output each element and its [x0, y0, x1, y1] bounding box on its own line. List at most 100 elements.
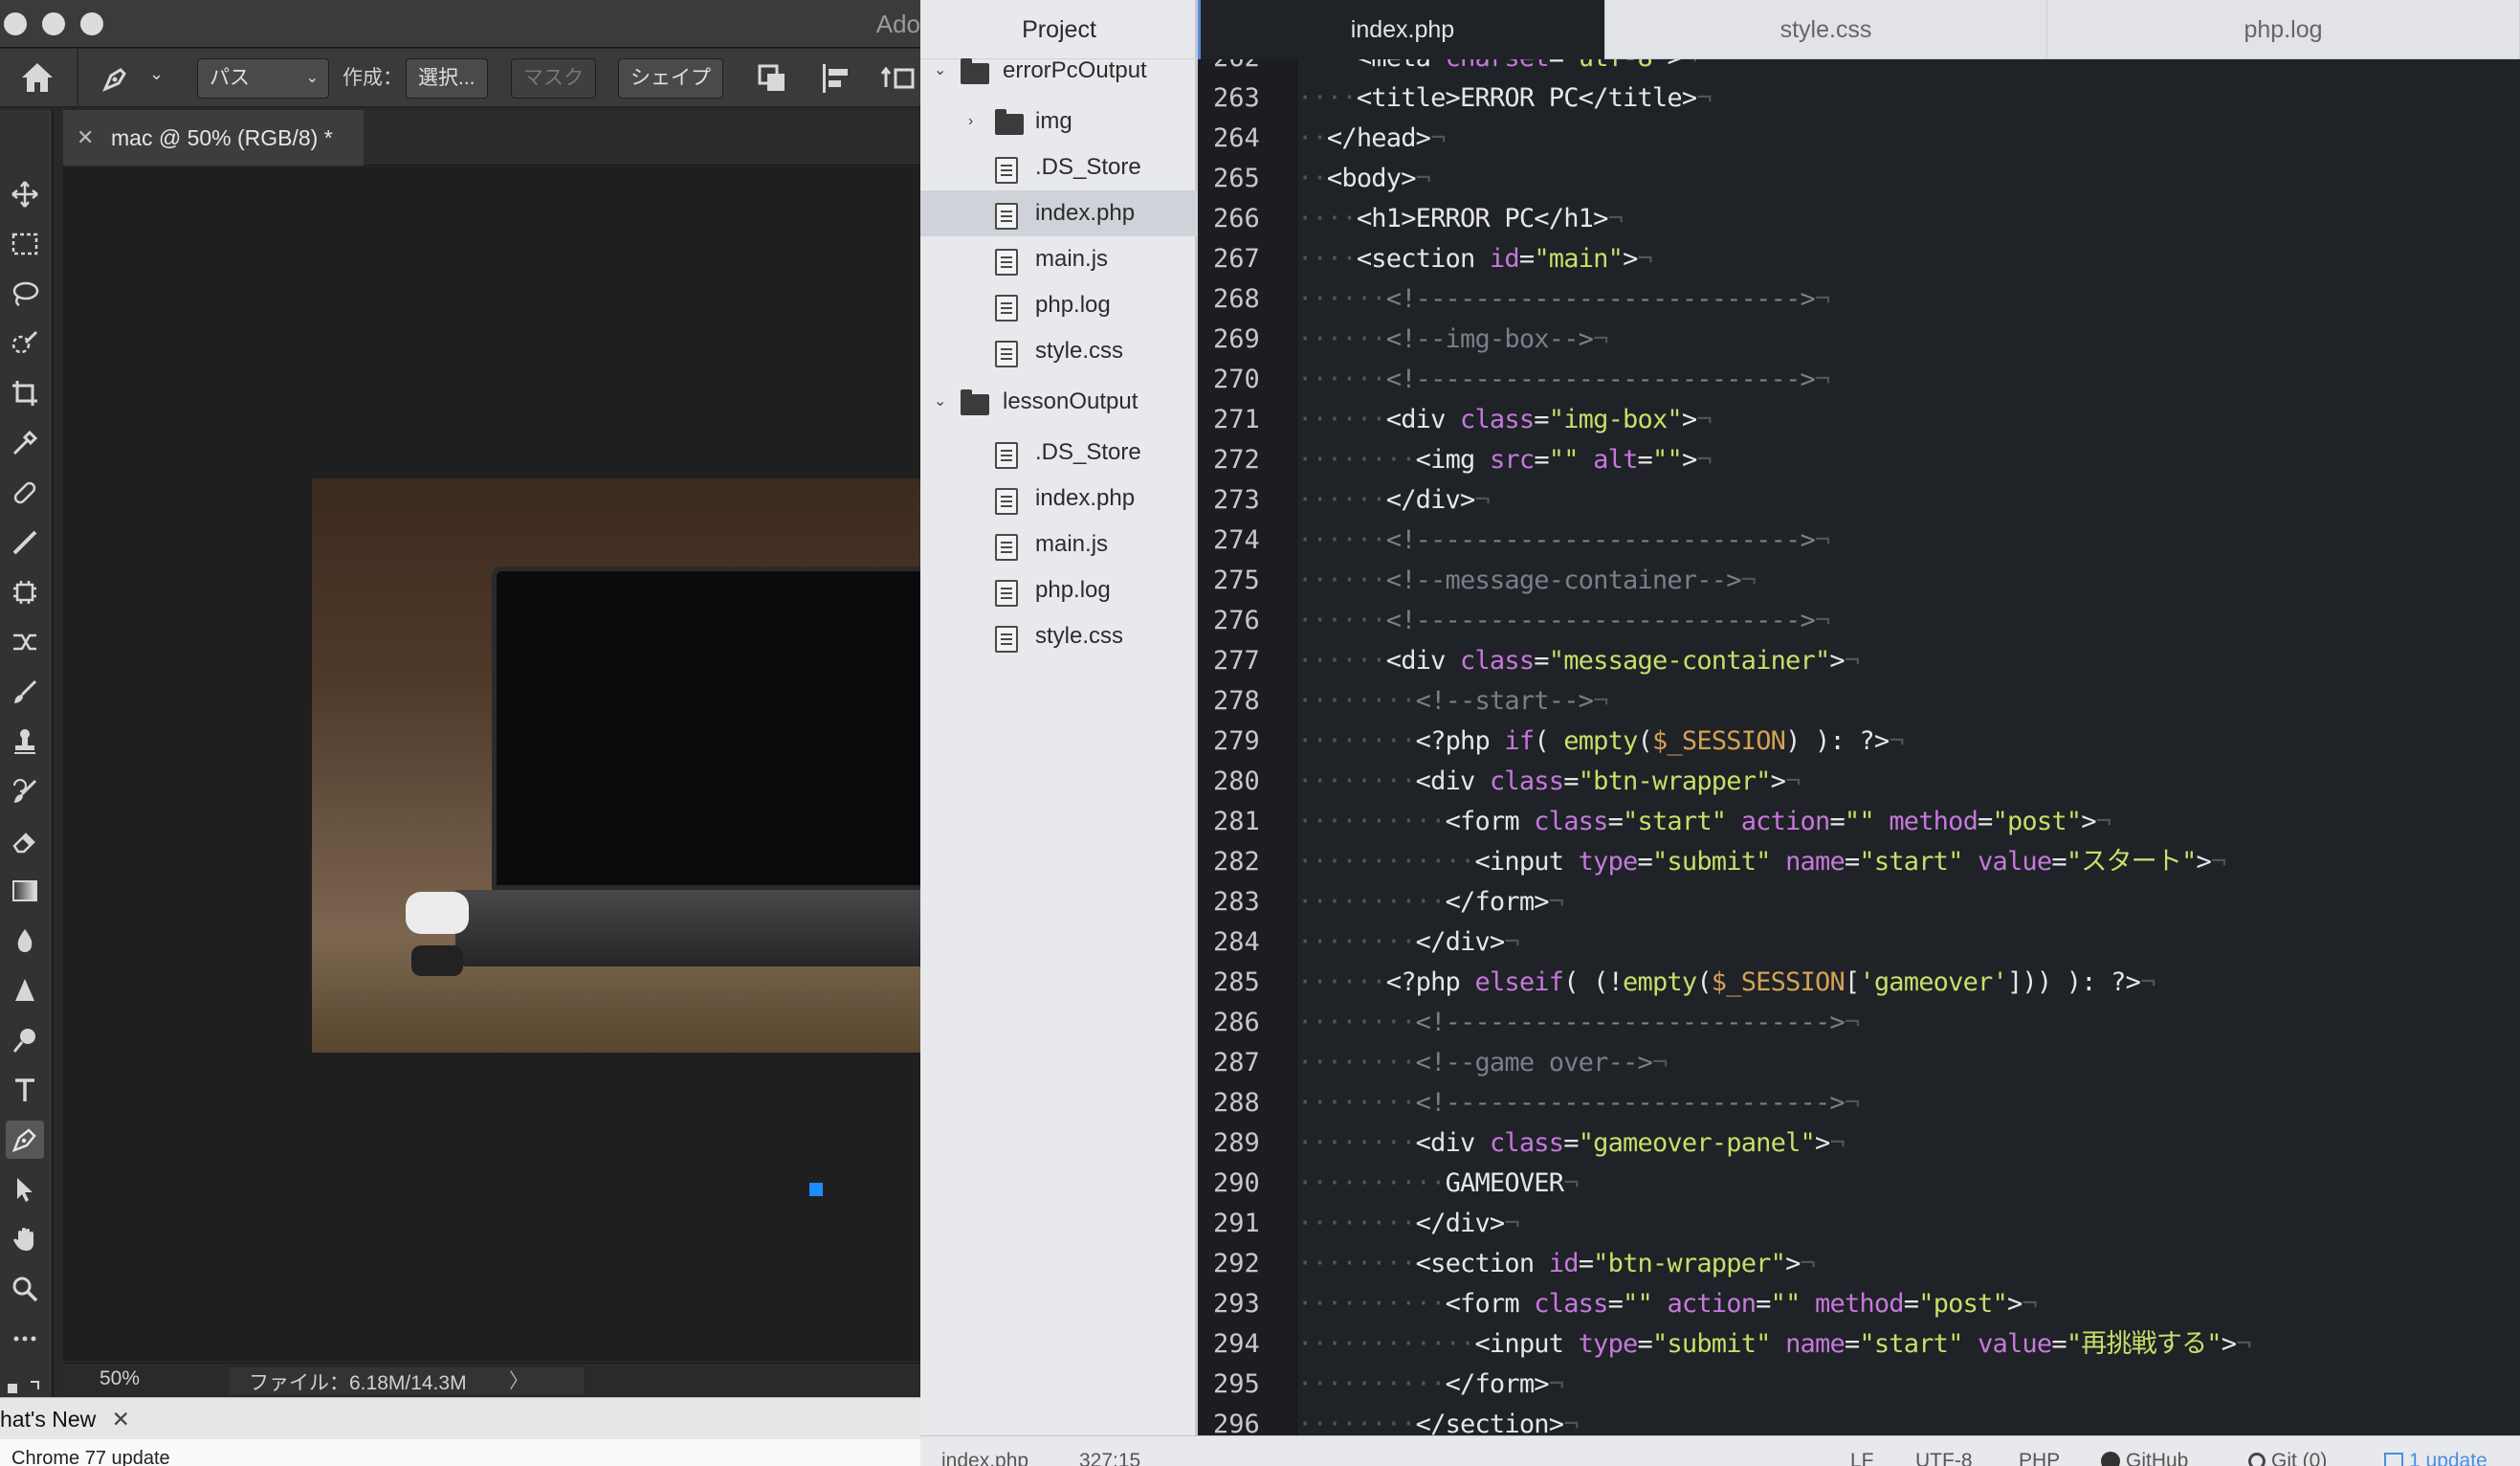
blur-tool-icon[interactable]: [6, 922, 44, 960]
status-menu-arrow[interactable]: 〉: [509, 1366, 529, 1394]
lasso-tool-icon[interactable]: [6, 275, 44, 313]
path-selection-tool-icon[interactable]: [6, 1170, 44, 1209]
status-grammar[interactable]: PHP: [2019, 1450, 2060, 1466]
zoom-level[interactable]: 50%: [99, 1367, 140, 1390]
paint-brush-tool-icon[interactable]: [6, 673, 44, 711]
close-window-button[interactable]: [4, 12, 27, 35]
zoom-window-button[interactable]: [80, 12, 103, 35]
code-line[interactable]: ······<div class="message-container">¬: [1297, 641, 2520, 681]
quick-selection-tool-icon[interactable]: [6, 324, 44, 363]
code-line[interactable]: ········</section>¬: [1297, 1405, 2520, 1435]
code-line[interactable]: ··········</form>¬: [1297, 882, 2520, 922]
tree-file[interactable]: main.js: [920, 236, 1198, 282]
chevron-down-icon[interactable]: ⌄: [934, 379, 946, 425]
code-line[interactable]: ············<input type="submit" name="s…: [1297, 842, 2520, 882]
tree-file[interactable]: php.log: [920, 282, 1198, 328]
path-operations-icon[interactable]: [756, 62, 788, 100]
document-image[interactable]: [312, 478, 920, 1053]
code-line[interactable]: ············<input type="submit" name="s…: [1297, 1324, 2520, 1365]
code-line[interactable]: ········<!--game over-->¬: [1297, 1043, 2520, 1083]
code-line[interactable]: ········<section id="btn-wrapper">¬: [1297, 1244, 2520, 1284]
hand-tool-icon[interactable]: [6, 1220, 44, 1258]
path-alignment-icon[interactable]: [819, 62, 851, 100]
chevron-down-icon[interactable]: ⌄: [934, 48, 946, 94]
status-cursor[interactable]: 327:15: [1079, 1450, 1140, 1466]
editor-tab[interactable]: php.log: [2047, 0, 2520, 59]
tree-file[interactable]: main.js: [920, 522, 1198, 567]
status-git[interactable]: Git (0): [2248, 1450, 2327, 1466]
code-line[interactable]: ······<?php elseif( (!empty($_SESSION['g…: [1297, 963, 2520, 1003]
eyedropper-tool-icon[interactable]: [6, 424, 44, 462]
stamp-tool-icon[interactable]: [6, 722, 44, 761]
code-line[interactable]: ····<section id="main">¬: [1297, 239, 2520, 279]
code-line[interactable]: ······<!--img-box-->¬: [1297, 320, 2520, 360]
history-brush-tool-icon[interactable]: [6, 772, 44, 811]
pen-tool-icon[interactable]: [99, 62, 132, 100]
code-line[interactable]: ····<meta charset="utf-8">¬: [1297, 59, 2520, 78]
status-file[interactable]: index.php: [941, 1450, 1028, 1466]
code-line[interactable]: ········<div class="btn-wrapper">¬: [1297, 762, 2520, 802]
tree-file[interactable]: php.log: [920, 567, 1198, 613]
more-tools-icon[interactable]: [6, 1320, 44, 1358]
code-line[interactable]: ······<div class="img-box">¬: [1297, 400, 2520, 440]
frame-tool-icon[interactable]: [6, 573, 44, 611]
tree-file[interactable]: style.css: [920, 328, 1198, 374]
code-line[interactable]: ··········<form class="" action="" metho…: [1297, 1284, 2520, 1324]
status-updates[interactable]: 1 update: [2384, 1450, 2487, 1466]
close-icon[interactable]: ✕: [112, 1407, 130, 1432]
zoom-tool-icon[interactable]: [6, 1270, 44, 1308]
status-line-ending[interactable]: LF: [1850, 1450, 1874, 1466]
code-line[interactable]: ····<h1>ERROR PC</h1>¬: [1297, 199, 2520, 239]
tree-file[interactable]: index.php: [920, 190, 1198, 236]
sharpen-tool-icon[interactable]: [6, 971, 44, 1010]
tree-folder[interactable]: ⌄ lessonOutput: [920, 379, 1198, 425]
brush-tool-icon[interactable]: [6, 523, 44, 562]
content-aware-move-icon[interactable]: [6, 623, 44, 661]
code-line[interactable]: ········</div>¬: [1297, 1204, 2520, 1244]
tree-file[interactable]: index.php: [920, 476, 1198, 522]
shape-button[interactable]: シェイプ: [618, 58, 723, 99]
code-line[interactable]: ········<?php if( empty($_SESSION) ): ?>…: [1297, 722, 2520, 762]
status-github[interactable]: GitHub: [2101, 1450, 2188, 1466]
code-line[interactable]: ··········<form class="start" action="" …: [1297, 802, 2520, 842]
whats-new-panel-tab[interactable]: hat's New ✕: [0, 1397, 920, 1439]
marquee-tool-icon[interactable]: [6, 225, 44, 263]
path-arrangement-icon[interactable]: [880, 62, 918, 100]
tool-mode-select[interactable]: パス ⌄: [197, 58, 329, 99]
pen-tool-icon[interactable]: [6, 1121, 44, 1159]
code-line[interactable]: ········</div>¬: [1297, 922, 2520, 963]
move-tool-icon[interactable]: [6, 175, 44, 213]
code-line[interactable]: ··········</form>¬: [1297, 1365, 2520, 1405]
editor-tab[interactable]: index.php: [1198, 0, 1605, 59]
code-line[interactable]: ······<!-------------------------->¬: [1297, 279, 2520, 320]
mask-button[interactable]: マスク: [511, 58, 596, 99]
tree-file[interactable]: .DS_Store: [920, 430, 1198, 476]
file-info[interactable]: ファイル：6.18M/14.3M: [230, 1367, 584, 1394]
gradient-tool-icon[interactable]: [6, 872, 44, 910]
code-line[interactable]: ····<title>ERROR PC</title>¬: [1297, 78, 2520, 119]
code-line[interactable]: ········<!--start-->¬: [1297, 681, 2520, 722]
select-button[interactable]: 選択...: [406, 58, 488, 99]
tree-file[interactable]: .DS_Store: [920, 144, 1198, 190]
document-tab[interactable]: ✕ mac @ 50% (RGB/8) *: [63, 110, 364, 166]
minimize-window-button[interactable]: [42, 12, 65, 35]
editor-tab[interactable]: style.css: [1605, 0, 2047, 59]
type-tool-icon[interactable]: [6, 1071, 44, 1109]
code-line[interactable]: ······</div>¬: [1297, 480, 2520, 521]
code-line[interactable]: ··<body>¬: [1297, 159, 2520, 199]
code-line[interactable]: ······<!-------------------------->¬: [1297, 521, 2520, 561]
code-line[interactable]: ········<!-------------------------->¬: [1297, 1083, 2520, 1123]
tree-file[interactable]: style.css: [920, 613, 1198, 659]
home-icon[interactable]: [19, 60, 55, 100]
status-encoding[interactable]: UTF-8: [1915, 1450, 1973, 1466]
eraser-tool-icon[interactable]: [6, 822, 44, 860]
chevron-down-icon[interactable]: ⌄: [149, 64, 164, 84]
chevron-right-icon[interactable]: ›: [968, 99, 973, 144]
code-line[interactable]: ··········GAMEOVER¬: [1297, 1164, 2520, 1204]
code-line[interactable]: ········<div class="gameover-panel">¬: [1297, 1123, 2520, 1164]
tree-folder[interactable]: ⌄ errorPcOutput: [920, 48, 1198, 94]
code-line[interactable]: ······<!-------------------------->¬: [1297, 360, 2520, 400]
healing-brush-tool-icon[interactable]: [6, 474, 44, 512]
tree-folder[interactable]: › img: [920, 99, 1198, 144]
code-line[interactable]: ··</head>¬: [1297, 119, 2520, 159]
